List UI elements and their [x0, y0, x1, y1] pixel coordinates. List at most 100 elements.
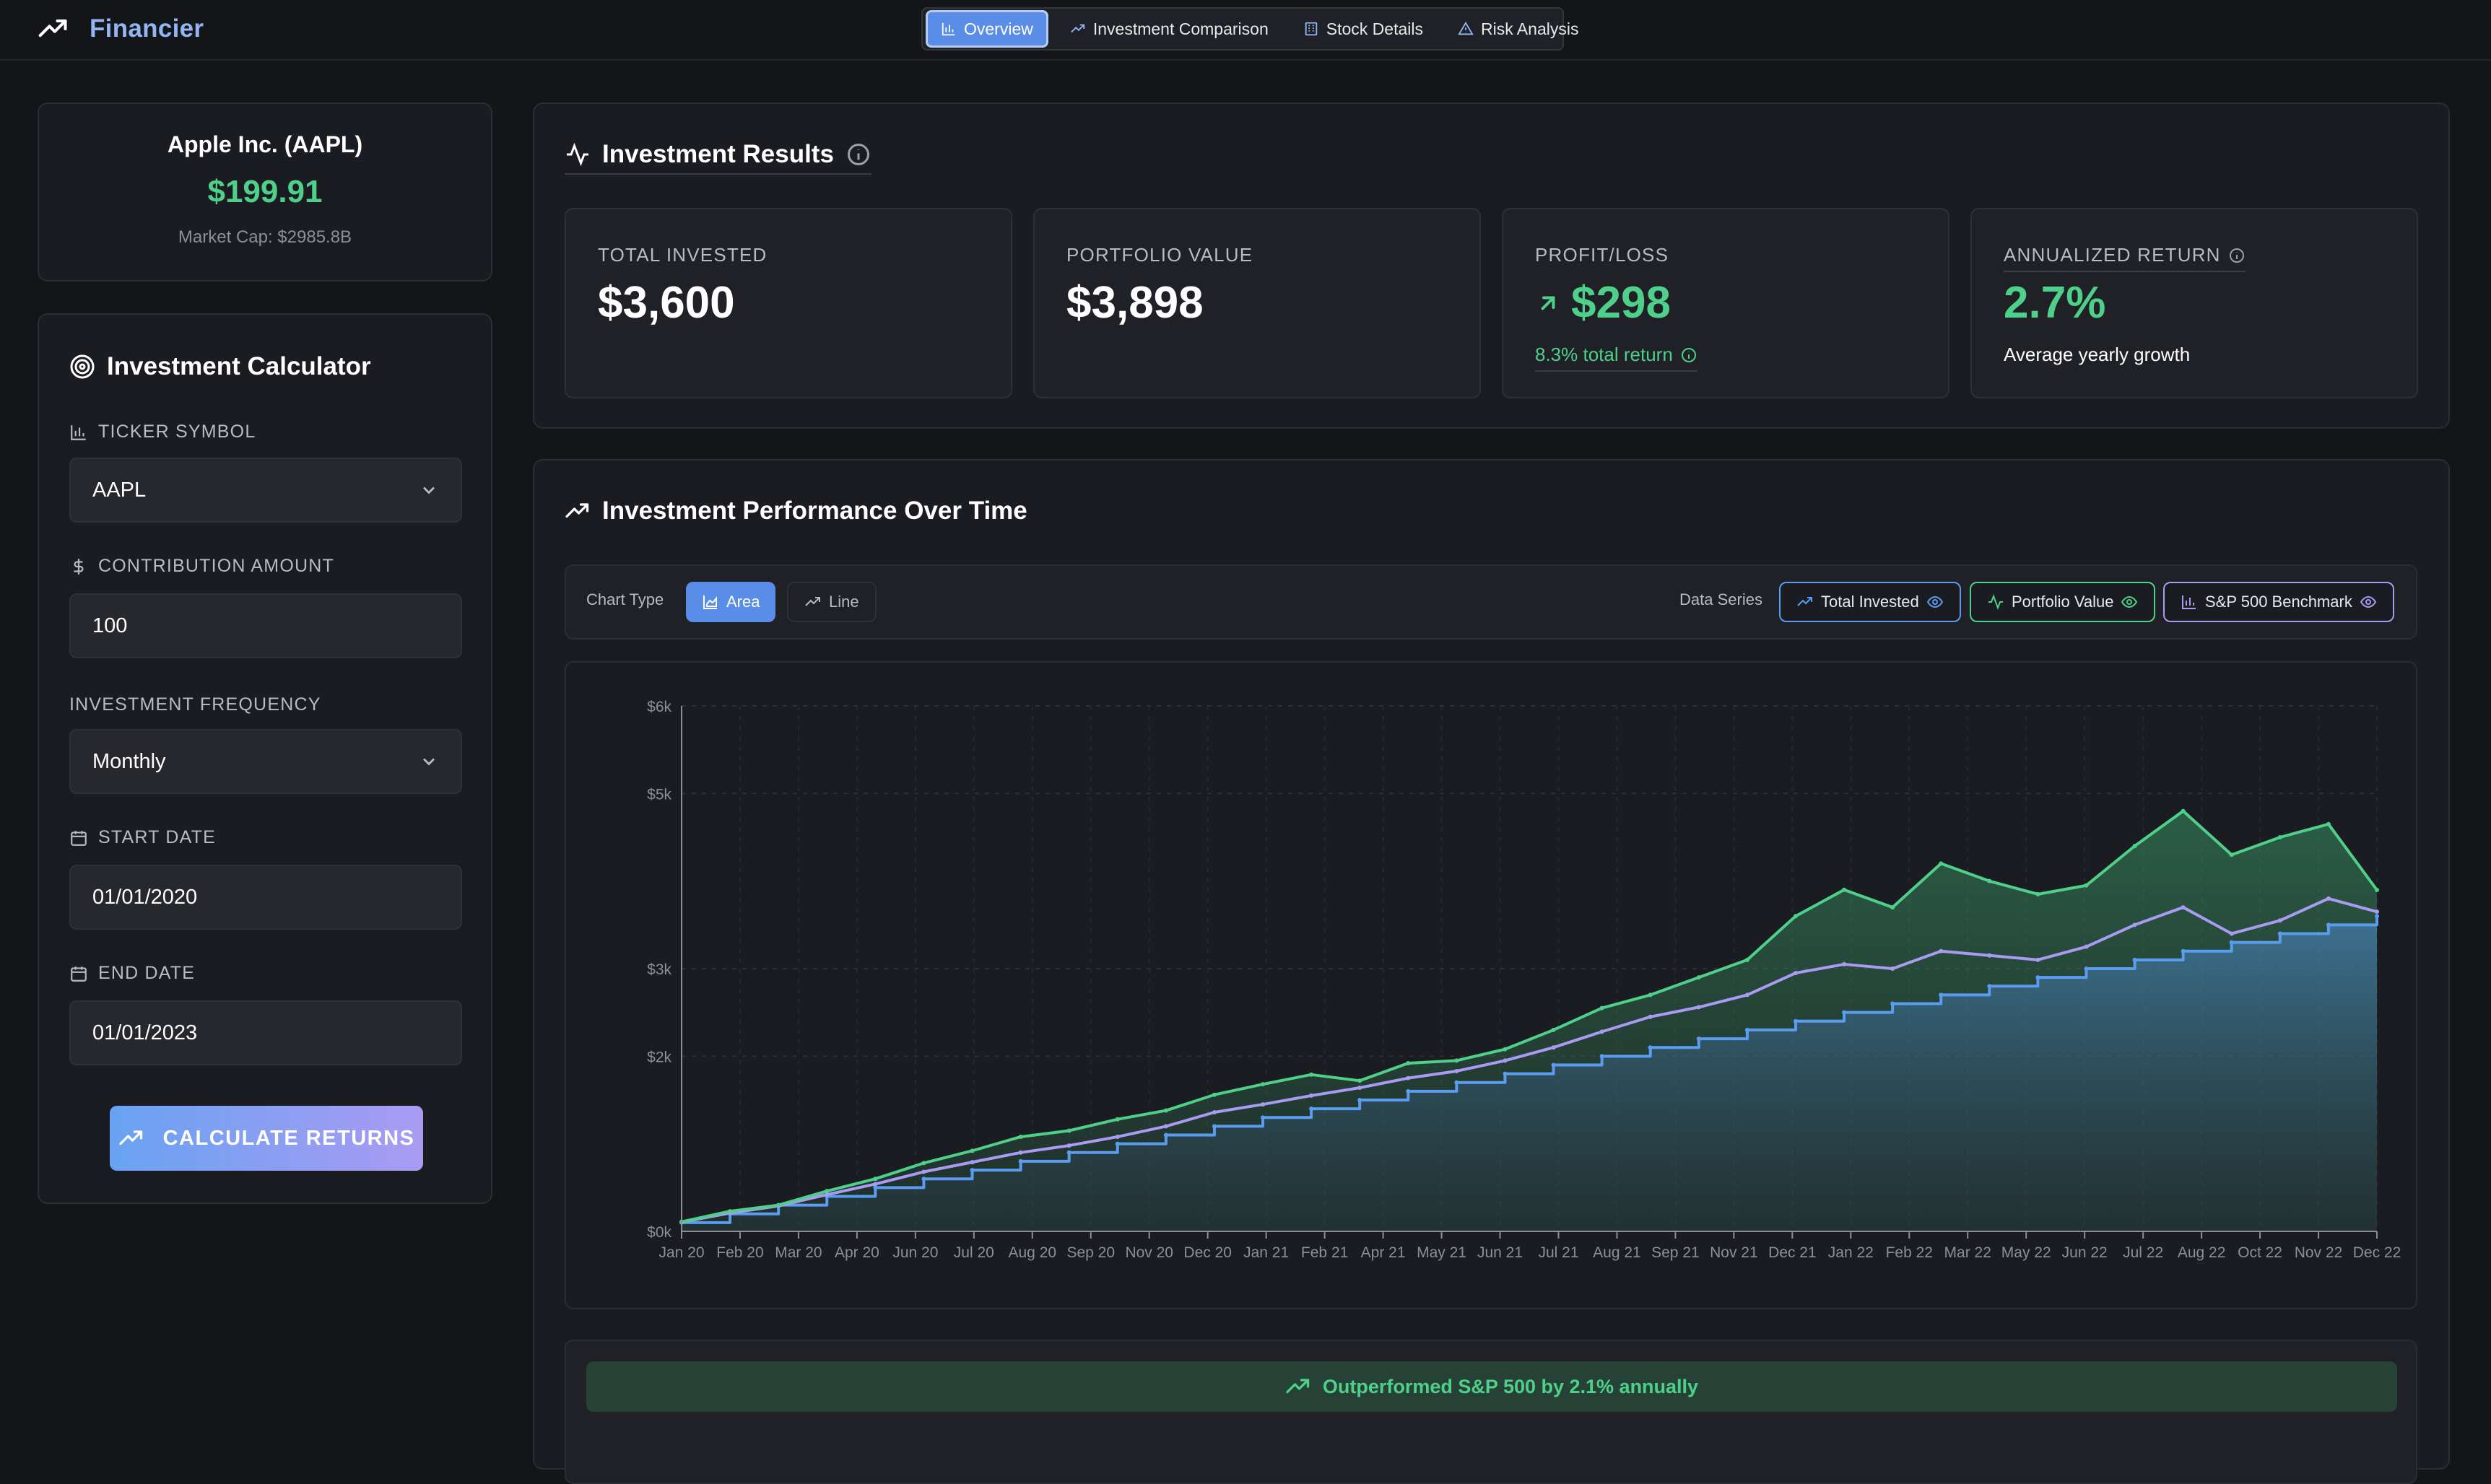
data-point — [1357, 1086, 1362, 1091]
chevron-down-icon — [423, 758, 435, 766]
chart-type-label: Chart Type — [586, 590, 664, 608]
x-tick-label: Feb 21 — [1301, 1244, 1348, 1261]
info-icon[interactable] — [2228, 247, 2246, 264]
data-point — [1357, 1098, 1362, 1102]
data-point — [1696, 975, 1701, 980]
data-point — [1648, 992, 1653, 998]
trending-up-icon — [1797, 597, 1812, 606]
series-toggle-portfolio-value[interactable]: Portfolio Value — [1970, 582, 2156, 622]
y-tick-label: $6k — [647, 699, 671, 715]
data-point — [1503, 1047, 1508, 1052]
ticker-select[interactable]: AAPL — [69, 458, 462, 523]
main-nav: Overview Investment Comparison Stock Det… — [921, 7, 1578, 51]
info-icon[interactable] — [1680, 346, 1697, 364]
tab-risk-analysis[interactable]: Risk Analysis — [1445, 10, 1591, 48]
calendar-icon — [71, 966, 87, 982]
data-point — [1939, 948, 1944, 953]
metric-value: 2.7% — [2004, 278, 2106, 328]
data-point — [1551, 1062, 1556, 1068]
data-point — [1212, 1124, 1217, 1129]
trending-up-icon — [1071, 24, 1085, 33]
data-point — [1454, 1080, 1459, 1085]
investment-results-card: Investment Results TOTAL INVESTED $3,600… — [533, 102, 2450, 429]
chart-type-area-button[interactable]: Area — [686, 582, 776, 622]
brand[interactable]: Financier — [38, 13, 204, 45]
calendar-icon — [71, 830, 87, 846]
calculate-returns-label: CALCULATE RETURNS — [162, 1126, 415, 1150]
y-tick-label: $3k — [647, 961, 671, 978]
chart-controls: Chart Type Area Line Data Series Total I… — [565, 564, 2417, 640]
calculate-returns-button[interactable]: CALCULATE RETURNS — [110, 1106, 423, 1171]
x-tick-label: Aug 21 — [1593, 1244, 1641, 1261]
arrow-up-right-icon — [1541, 296, 1555, 310]
series-label: Total Invested — [1821, 593, 1919, 611]
trending-up-icon — [565, 503, 589, 518]
tab-investment-comparison[interactable]: Investment Comparison — [1057, 10, 1282, 48]
x-tick-label: Jun 21 — [1477, 1244, 1523, 1261]
data-point — [2277, 918, 2282, 923]
start-date-value: 01/01/2020 — [92, 885, 198, 909]
data-point — [1261, 1102, 1266, 1107]
data-point — [2229, 852, 2234, 857]
tab-overview[interactable]: Overview — [926, 10, 1048, 48]
data-point — [2132, 922, 2137, 928]
metric-profit-loss: PROFIT/LOSS $298 8.3% total return — [1502, 208, 1949, 398]
tab-stock-details[interactable]: Stock Details — [1290, 10, 1436, 48]
chevron-down-icon — [423, 486, 435, 494]
info-icon[interactable] — [845, 141, 871, 167]
metric-annualized-return: ANNUALIZED RETURN 2.7% Average yearly gr… — [1970, 208, 2418, 398]
data-point — [1454, 1058, 1459, 1063]
data-point — [1599, 1005, 1604, 1011]
data-point — [1454, 1068, 1459, 1073]
start-date-input[interactable]: 01/01/2020 — [69, 865, 462, 930]
start-date-label-text: START DATE — [98, 827, 216, 847]
chart-svg: $0k $2k $3k $5k $6k Jan 20 Feb 20 Mar 20 Apr 20 J… — [647, 699, 2401, 1261]
metric-portfolio-value: PORTFOLIO VALUE $3,898 — [1033, 208, 1481, 398]
data-point — [1890, 1001, 1895, 1006]
data-point — [1066, 1143, 1071, 1148]
data-point — [1744, 992, 1749, 998]
frequency-label-text: INVESTMENT FREQUENCY — [69, 694, 321, 715]
trending-up-icon — [1286, 1379, 1310, 1394]
series-toggle-sp500[interactable]: S&P 500 Benchmark — [2163, 582, 2394, 622]
area-chart-icon — [703, 595, 717, 609]
data-point — [2181, 905, 2186, 910]
frequency-select[interactable]: Monthly — [69, 729, 462, 794]
company-name: Apple Inc. (AAPL) — [167, 131, 363, 157]
end-date-input[interactable]: 01/01/2023 — [69, 1000, 462, 1065]
x-tick-label: Mar 22 — [1944, 1244, 1991, 1261]
annualized-label-text: ANNUALIZED RETURN — [2004, 244, 2221, 266]
y-tick-label: $5k — [647, 786, 671, 803]
data-point — [1842, 1010, 1847, 1015]
x-tick-label: May 21 — [1417, 1244, 1466, 1261]
data-point — [1793, 914, 1798, 919]
activity-icon — [567, 142, 588, 167]
data-point — [1793, 971, 1798, 976]
contribution-input[interactable]: 100 — [69, 593, 462, 658]
x-tick-label: Jan 20 — [658, 1244, 704, 1261]
x-tick-label: Jul 20 — [954, 1244, 994, 1261]
tab-label: Stock Details — [1326, 19, 1423, 38]
data-point — [970, 1160, 975, 1165]
x-tick-label: May 22 — [2001, 1244, 2051, 1261]
data-point — [1987, 984, 1992, 989]
end-date-label-text: END DATE — [98, 963, 196, 983]
performance-chart[interactable]: $0k $2k $3k $5k $6k Jan 20 Feb 20 Mar 20 Apr 20 J… — [565, 661, 2417, 1309]
results-title-text: Investment Results — [602, 140, 834, 168]
eye-icon — [1926, 595, 1943, 608]
data-point — [1357, 1078, 1362, 1083]
x-tick-label: Jun 22 — [2062, 1244, 2108, 1261]
data-point — [1696, 1005, 1701, 1010]
data-point — [2035, 975, 2040, 980]
series-toggle-total-invested[interactable]: Total Invested — [1779, 582, 1961, 622]
chart-type-line-button[interactable]: Line — [787, 582, 877, 622]
x-tick-label: Dec 21 — [1768, 1244, 1817, 1261]
data-point — [1551, 1027, 1556, 1032]
trending-up-icon — [38, 19, 67, 38]
x-tick-label: Oct 22 — [2238, 1244, 2282, 1261]
trending-up-icon — [805, 597, 820, 606]
data-point — [1696, 1036, 1701, 1042]
data-point — [2035, 891, 2040, 896]
x-tick-label: Sep 21 — [1651, 1244, 1700, 1261]
profit-loss-value: $298 — [1571, 278, 1671, 328]
